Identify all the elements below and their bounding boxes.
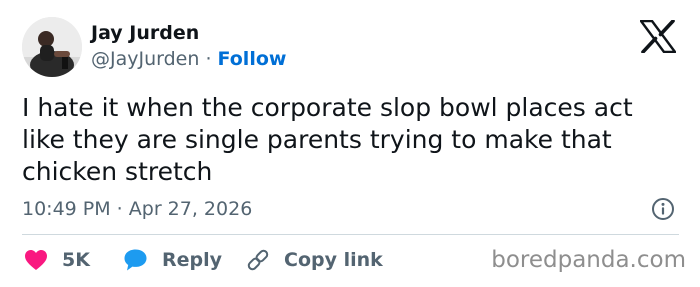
separator-dot: · (205, 48, 212, 70)
speech-bubble-icon (124, 249, 147, 271)
tweet-text: I hate it when the corporate slop bowl p… (22, 93, 633, 186)
like-count: 5K (62, 249, 90, 271)
avatar[interactable] (22, 17, 82, 77)
author-name[interactable]: Jay Jurden (91, 21, 199, 45)
copy-link-button[interactable]: Copy link (246, 246, 383, 274)
reply-label: Reply (162, 249, 223, 271)
like-button[interactable]: 5K (24, 246, 90, 274)
info-icon[interactable] (651, 197, 675, 221)
follow-button[interactable]: Follow (218, 48, 287, 70)
author-handle[interactable]: @JayJurden (91, 48, 199, 70)
link-icon (247, 249, 269, 271)
x-logo-icon[interactable] (639, 19, 677, 54)
copy-link-label: Copy link (284, 249, 383, 271)
heart-icon (25, 250, 47, 270)
divider (22, 234, 679, 235)
tweet-timestamp[interactable]: 10:49 PM · Apr 27, 2026 (22, 197, 252, 221)
reply-button[interactable]: Reply (123, 246, 222, 274)
author-handle-line: @JayJurden · Follow (91, 47, 286, 71)
watermark: boredpanda.com (491, 247, 686, 273)
